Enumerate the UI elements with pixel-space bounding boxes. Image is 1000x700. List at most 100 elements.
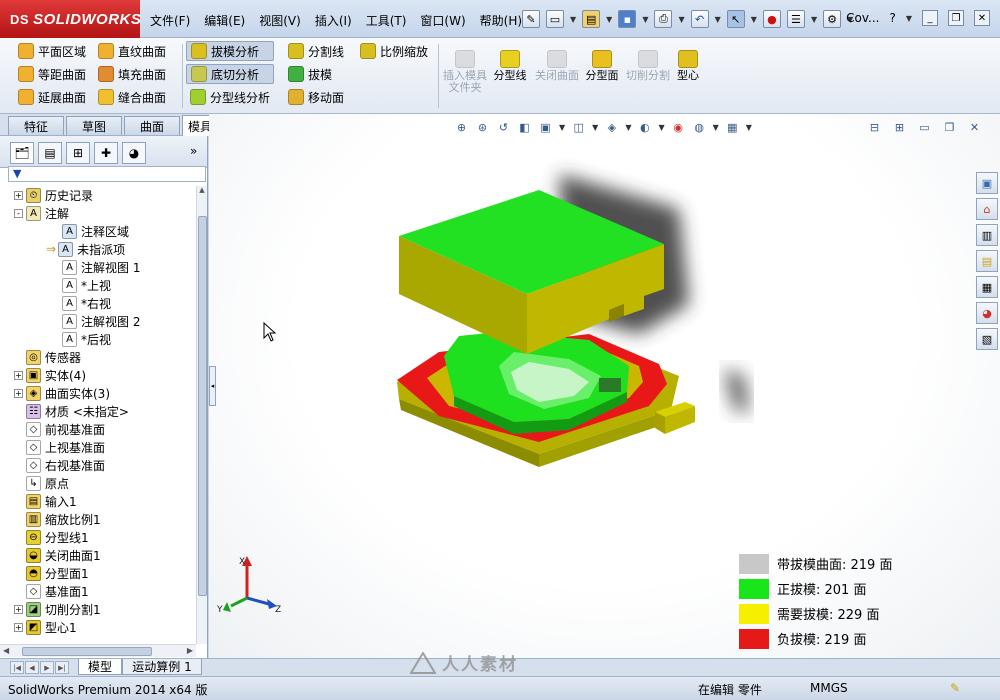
help-icon[interactable]: ? [889, 11, 895, 25]
chevron-down-icon[interactable]: ▼ [658, 123, 664, 132]
tree-item[interactable]: ⊖ 分型线1 [26, 528, 89, 546]
chevron-down-icon[interactable]: ▼ [746, 123, 752, 132]
view-orientation-icon[interactable]: ◫ [571, 120, 586, 135]
expand-icon[interactable]: + [14, 604, 23, 614]
expand-icon[interactable]: + [14, 388, 23, 398]
parting-line-analysis-button[interactable]: 分型线分析 [186, 87, 274, 107]
rebuild-traffic-light-icon[interactable]: ● [762, 10, 781, 28]
tree-item[interactable]: A 注解视图 1 [62, 258, 140, 276]
scroll-thumb[interactable] [22, 647, 152, 656]
solidworks-logo[interactable]: DS SOLIDWORKS [0, 0, 141, 38]
draft-button[interactable]: 拔模 [284, 64, 348, 84]
tree-item[interactable]: + ◈ 曲面实体(3) [14, 384, 110, 402]
menu-edit[interactable]: 编辑(E) [204, 12, 245, 29]
chevron-down-icon[interactable]: ▼ [715, 15, 721, 24]
offset-surface-button[interactable]: 等距曲面 [14, 64, 90, 84]
tree-item[interactable]: + ◪ 切削分割1 [14, 600, 101, 618]
tree-item[interactable]: ▤ 输入1 [26, 492, 77, 510]
chevron-down-icon[interactable]: ▼ [642, 15, 648, 24]
viewport-close-icon[interactable]: ✕ [967, 120, 982, 135]
tree-item[interactable]: A *上视 [62, 276, 111, 294]
split-line-button[interactable]: 分割线 [284, 41, 348, 61]
solidworks-resources-icon[interactable]: ▣ [976, 172, 998, 194]
appearances-icon[interactable]: ◕ [976, 302, 998, 324]
ruled-surface-button[interactable]: 直纹曲面 [94, 41, 170, 61]
view-palette-icon[interactable]: ▦ [976, 276, 998, 298]
display-style-icon[interactable]: ◈ [604, 120, 619, 135]
open-folder-icon[interactable]: ▤ [582, 10, 601, 28]
save-icon[interactable]: ▪ [618, 10, 637, 28]
chevron-down-icon[interactable]: ▼ [811, 15, 817, 24]
menu-window[interactable]: 窗口(W) [420, 12, 465, 29]
chevron-down-icon[interactable]: ▼ [906, 14, 912, 23]
knit-surface-button[interactable]: 缝合曲面 [94, 87, 170, 107]
unit-system[interactable]: MMGS [810, 681, 848, 695]
tree-item[interactable]: ◇ 右视基准面 [26, 456, 105, 474]
tree-item[interactable]: ↳ 原点 [26, 474, 69, 492]
close-icon[interactable]: ✕ [974, 10, 990, 26]
print-icon[interactable]: ⎙ [654, 10, 673, 28]
configuration-manager-tab-icon[interactable]: ⊞ [66, 142, 90, 164]
tree-item[interactable]: A *后视 [62, 330, 111, 348]
chevron-down-icon[interactable]: ▼ [751, 15, 757, 24]
tree-item[interactable]: ◓ 分型面1 [26, 564, 89, 582]
menu-tools[interactable]: 工具(T) [366, 12, 407, 29]
custom-properties-icon[interactable]: ▧ [976, 328, 998, 350]
tree-item[interactable]: A *右视 [62, 294, 111, 312]
viewport-minimize-icon[interactable]: ▭ [917, 120, 932, 135]
menu-help[interactable]: 帮助(H) [480, 12, 522, 29]
display-manager-tab-icon[interactable]: ◕ [122, 142, 146, 164]
scroll-right-icon[interactable]: ▶ [187, 646, 193, 655]
chevron-down-icon[interactable]: ▼ [678, 15, 684, 24]
chevron-down-icon[interactable]: ▼ [625, 123, 631, 132]
dimxpert-manager-tab-icon[interactable]: ✚ [94, 142, 118, 164]
collapse-icon[interactable]: - [14, 208, 23, 218]
chevron-down-icon[interactable]: ▼ [570, 15, 576, 24]
minimize-icon[interactable]: _ [922, 10, 938, 26]
tree-item[interactable]: ◎ 传感器 [26, 348, 81, 366]
tree-vertical-scrollbar[interactable]: ▲ [196, 186, 207, 644]
edit-appearance-icon[interactable]: ◉ [671, 120, 686, 135]
tree-item[interactable]: A 注解视图 2 [62, 312, 140, 330]
file-properties-icon[interactable]: ☰ [786, 10, 805, 28]
tree-item[interactable]: + ⏲ 历史记录 [14, 186, 93, 204]
core-button[interactable]: 型心 [666, 50, 710, 82]
hide-show-items-icon[interactable]: ◐ [637, 120, 652, 135]
scroll-left-icon[interactable]: ◀ [3, 646, 9, 655]
home-icon[interactable]: ⌂ [976, 198, 998, 220]
expand-icon[interactable]: + [14, 190, 23, 200]
chevron-down-icon[interactable]: ▼ [606, 15, 612, 24]
expand-panel-icon[interactable]: » [190, 144, 197, 158]
undo-icon[interactable]: ↶ [690, 10, 709, 28]
tooling-split-button[interactable]: 切削分割 [626, 50, 670, 82]
expand-icon[interactable]: + [14, 622, 23, 632]
tree-item[interactable]: + ▣ 实体(4) [14, 366, 86, 384]
options-icon[interactable]: ⚙ [823, 10, 842, 28]
tree-item[interactable]: A 注释区域 [62, 222, 129, 240]
previous-tab-icon[interactable]: ◀ [25, 661, 39, 674]
parting-surface-button[interactable]: 分型面 [580, 50, 624, 82]
feature-manager-tab-icon[interactable]: 🗂 [10, 142, 34, 164]
tree-item[interactable]: ▥ 缩放比例1 [26, 510, 101, 528]
graphics-area[interactable]: ⊕ ⊛ ↺ ◧ ▣ ▼ ◫ ▼ ◈ ▼ ◐ ▼ ◉ ◍ ▼ ▦ ▼ ⊟ ⊞ ▭ ❐ ✕ ▣ … [209, 114, 1000, 658]
tree-horizontal-scrollbar[interactable]: ◀ ▶ [0, 644, 196, 657]
parting-line-button[interactable]: 分型线 [488, 50, 532, 82]
viewport-collapse-icon[interactable]: ⊟ [867, 120, 882, 135]
tab-motion-study-1[interactable]: 运动算例 1 [122, 659, 202, 675]
expand-icon[interactable]: + [14, 370, 23, 380]
menu-file[interactable]: 文件(F) [150, 12, 190, 29]
chevron-down-icon[interactable]: ▼ [713, 123, 719, 132]
pin-icon[interactable]: ✎ [522, 10, 540, 28]
file-explorer-icon[interactable]: ▤ [976, 250, 998, 272]
tree-filter-input[interactable]: ▼ [8, 166, 206, 182]
restore-icon[interactable]: ❐ [948, 10, 964, 26]
tree-item[interactable]: ◇ 上视基准面 [26, 438, 105, 456]
draft-analysis-button[interactable]: 拔模分析 [186, 41, 275, 61]
previous-view-icon[interactable]: ↺ [496, 120, 511, 135]
chevron-down-icon[interactable]: ▼ [592, 123, 598, 132]
scale-button[interactable]: 比例缩放 [356, 41, 432, 61]
zoom-to-area-icon[interactable]: ⊛ [475, 120, 490, 135]
design-library-icon[interactable]: ▥ [976, 224, 998, 246]
panel-collapse-handle[interactable]: ◂ [209, 366, 216, 406]
shut-off-surface-button[interactable]: 关闭曲面 [535, 50, 579, 82]
